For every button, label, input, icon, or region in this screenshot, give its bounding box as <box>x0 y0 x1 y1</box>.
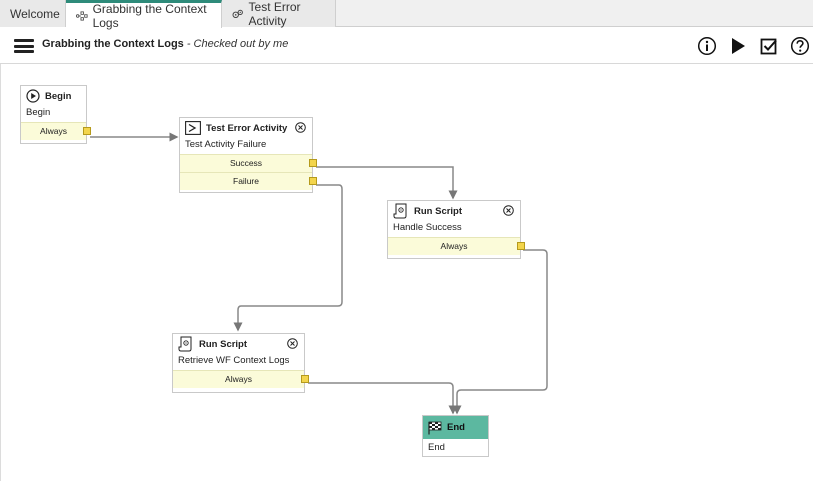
output-port[interactable] <box>83 127 91 135</box>
tab-label: Grabbing the Context Logs <box>92 1 207 30</box>
tab-label: Test Error Activity <box>248 0 301 28</box>
close-icon[interactable] <box>503 205 514 216</box>
node-subtitle: Retrieve WF Context Logs <box>178 355 290 366</box>
tab-label: Welcome <box>10 6 60 21</box>
output-port[interactable] <box>309 159 317 167</box>
condition-failure: Failure <box>180 172 317 190</box>
node-header: Run Script <box>173 334 304 354</box>
checkered-flag-icon <box>428 421 442 434</box>
run-script-retrieve-logs-node[interactable]: Run Script Retrieve WF Context Logs Alwa… <box>172 333 309 393</box>
node-title: Run Script <box>414 205 463 217</box>
condition-always: Always <box>388 237 525 255</box>
condition-always: Always <box>21 122 91 140</box>
node-header: Test Error Activity <box>180 118 312 138</box>
output-port[interactable] <box>301 375 309 383</box>
output-port[interactable] <box>309 177 317 185</box>
connector-success-to-handle <box>316 166 458 200</box>
connector-failure-to-retrieve <box>233 184 343 332</box>
node-subtitle: Handle Success <box>393 222 462 233</box>
begin-node[interactable]: Begin Begin Always <box>20 85 91 144</box>
workflow-icon <box>76 10 88 21</box>
node-title: Test Error Activity <box>206 122 288 134</box>
node-title: Run Script <box>199 338 248 350</box>
play-icon[interactable] <box>728 36 748 56</box>
end-node[interactable]: End End <box>422 415 489 457</box>
play-circle-icon <box>26 89 40 103</box>
condition-success: Success <box>180 154 317 172</box>
tab-bar: Welcome Grabbing the Context Logs Test E… <box>0 0 813 30</box>
node-header: End <box>423 416 488 439</box>
gears-icon <box>232 9 243 18</box>
page-title: Grabbing the Context Logs - Checked out … <box>42 38 288 50</box>
workflow-canvas[interactable]: Begin Begin Always Test Error Activity T… <box>0 64 813 481</box>
condition-label: Failure <box>233 176 259 186</box>
script-icon <box>178 336 192 352</box>
info-icon[interactable] <box>697 36 717 56</box>
connector-retrieve-to-end <box>308 382 458 415</box>
condition-label: Always <box>40 126 67 136</box>
node-title: End <box>447 422 465 433</box>
run-script-handle-success-node[interactable]: Run Script Handle Success Always <box>387 200 525 259</box>
node-header: Run Script <box>388 201 520 221</box>
condition-always: Always <box>173 370 309 388</box>
checkout-status: - Checked out by me <box>183 38 289 50</box>
menu-icon[interactable] <box>14 39 34 53</box>
close-icon[interactable] <box>295 122 306 133</box>
output-port[interactable] <box>517 242 525 250</box>
close-icon[interactable] <box>287 338 298 349</box>
workflow-header: Grabbing the Context Logs - Checked out … <box>0 28 813 64</box>
connector-success-always-to-end <box>452 249 548 415</box>
terminal-icon <box>185 121 201 135</box>
help-icon[interactable] <box>790 36 810 56</box>
checkbox-icon[interactable] <box>759 36 779 56</box>
script-icon <box>393 203 407 219</box>
node-header: Begin <box>21 86 86 106</box>
node-subtitle: Begin <box>26 107 51 118</box>
node-title: Begin <box>45 90 72 102</box>
node-subtitle: Test Activity Failure <box>185 139 267 150</box>
tab-grabbing-context-logs[interactable]: Grabbing the Context Logs <box>66 0 222 30</box>
workflow-title: Grabbing the Context Logs <box>42 38 184 50</box>
test-error-activity-node[interactable]: Test Error Activity Test Activity Failur… <box>179 117 317 193</box>
tab-test-error-activity[interactable]: Test Error Activity <box>222 0 336 28</box>
condition-label: Always <box>440 241 468 251</box>
condition-label: Always <box>225 374 252 384</box>
connector-lines <box>90 132 548 415</box>
node-subtitle: End <box>428 442 445 453</box>
tab-welcome[interactable]: Welcome <box>0 0 66 27</box>
condition-label: Success <box>229 158 263 168</box>
